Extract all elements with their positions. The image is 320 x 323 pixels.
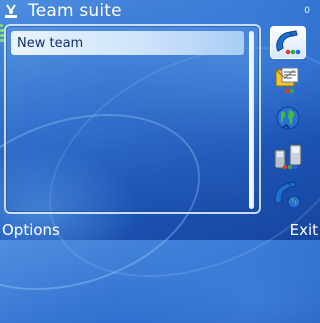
list-item-label: New team [17, 35, 84, 51]
battery-indicator: 0 [304, 6, 310, 16]
message-team-button[interactable] [270, 64, 306, 97]
scrollbar[interactable] [249, 31, 254, 209]
list-item[interactable]: New team [11, 31, 244, 55]
web-button[interactable] [270, 102, 306, 135]
team-suite-icon [3, 3, 19, 19]
exit-softkey[interactable]: Exit [290, 221, 318, 239]
conference-call-button[interactable] [270, 178, 306, 211]
call-team-icon [276, 29, 301, 54]
team-list[interactable]: New team [4, 24, 261, 214]
call-team-button[interactable] [270, 26, 306, 59]
status-bar: Team suite 0 [0, 0, 320, 22]
message-team-icon [275, 67, 300, 93]
app-title: Team suite [28, 1, 122, 21]
contacts-button[interactable] [270, 140, 306, 173]
toolbar [268, 26, 308, 212]
options-softkey[interactable]: Options [2, 221, 60, 239]
scroll-thumb[interactable] [249, 31, 254, 209]
conference-call-icon [274, 180, 301, 208]
web-icon [276, 106, 300, 129]
contacts-icon [274, 144, 302, 169]
